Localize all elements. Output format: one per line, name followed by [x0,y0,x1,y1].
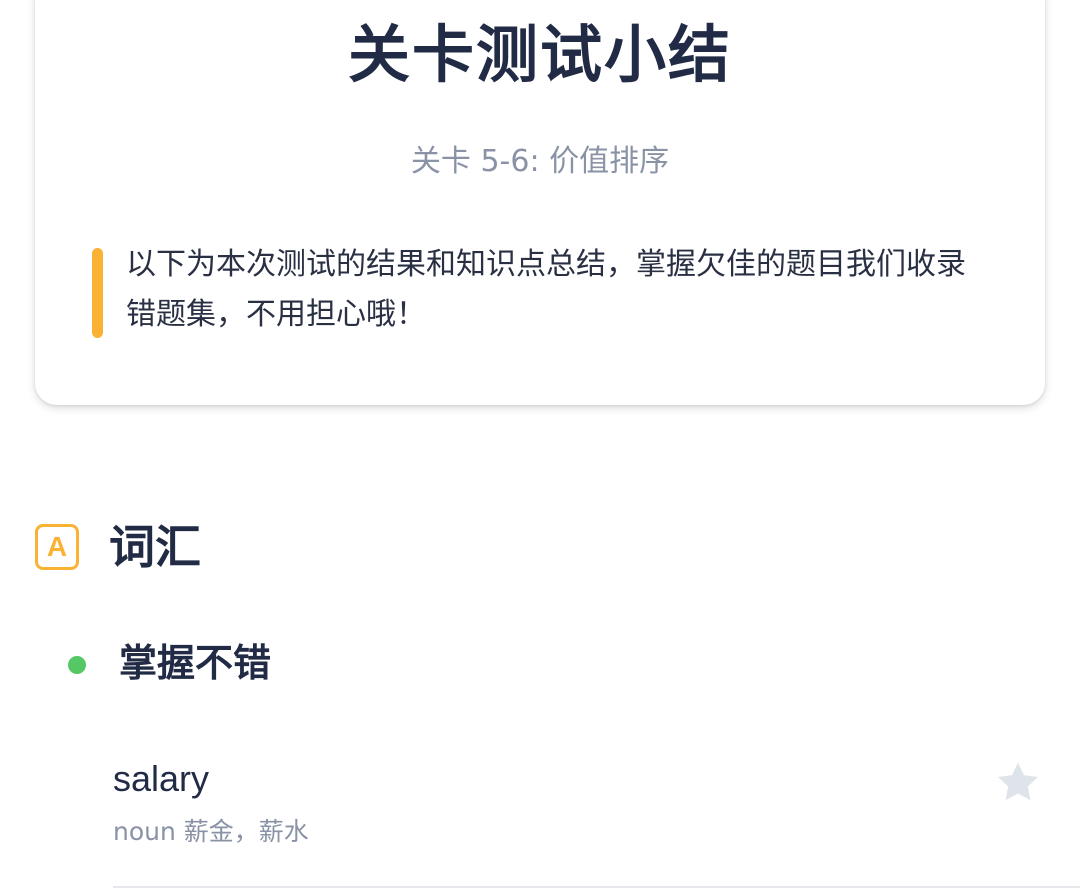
mastery-group-title: 掌握不错 [119,641,272,685]
test-summary-page: 关卡测试小结 关卡 5-6: 价值排序 以下为本次测试的结果和知识点总结，掌握欠… [0,0,1080,890]
summary-note: 以下为本次测试的结果和知识点总结，掌握欠佳的题目我们收录错题集，不用担心哦！ [92,247,992,338]
level-subtitle: 关卡 5-6: 价值排序 [410,144,670,179]
status-dot-icon [68,656,86,674]
note-text: 以下为本次测试的结果和知识点总结，掌握欠佳的题目我们收录错题集，不用担心哦！ [126,247,966,332]
vocab-letter-icon: A [35,524,79,570]
word-text: salary [113,758,210,799]
vocab-section-title: 词汇 [109,520,201,574]
summary-card: 关卡测试小结 关卡 5-6: 价值排序 以下为本次测试的结果和知识点总结，掌握欠… [35,0,1045,405]
word-definition: noun 薪金，薪水 [113,817,309,846]
page-title: 关卡测试小结 [347,18,732,91]
star-icon[interactable] [993,758,1043,808]
list-item[interactable]: salary noun 薪金，薪水 [113,748,1080,888]
note-accent-bar [92,248,103,338]
